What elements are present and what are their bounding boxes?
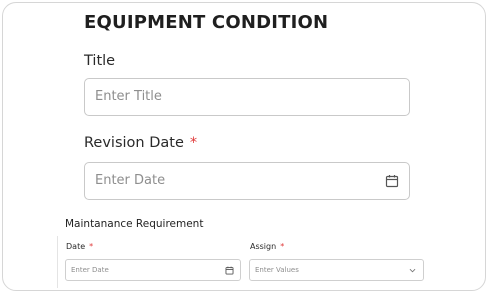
revision-date-input[interactable]: Enter Date (84, 162, 410, 200)
required-marker: * (189, 135, 198, 151)
form-card: EQUIPMENT CONDITION Title Enter Title Re… (2, 2, 486, 291)
maintenance-date-placeholder: Enter Date (71, 266, 109, 274)
assign-select[interactable]: Enter Values (249, 259, 424, 281)
maintenance-date-input[interactable]: Enter Date (65, 259, 241, 281)
section-title: EQUIPMENT CONDITION (84, 12, 329, 33)
required-marker: * (89, 242, 94, 251)
title-label: Title (84, 53, 116, 69)
divider (57, 236, 58, 288)
revision-date-placeholder: Enter Date (95, 173, 166, 188)
assign-label: Assign * (250, 242, 284, 251)
date-label: Date * (66, 242, 93, 251)
revision-date-label-text: Revision Date (84, 135, 184, 151)
revision-date-label: Revision Date * (84, 135, 197, 151)
maintenance-heading: Maintanance Requirement (65, 218, 204, 230)
date-label-text: Date (66, 242, 86, 251)
assign-placeholder: Enter Values (255, 266, 299, 274)
calendar-icon[interactable] (225, 266, 234, 275)
chevron-down-icon[interactable] (408, 266, 417, 275)
assign-label-text: Assign (250, 242, 277, 251)
title-placeholder: Enter Title (95, 89, 162, 104)
required-marker: * (280, 242, 285, 251)
calendar-icon[interactable] (385, 174, 399, 188)
title-input[interactable]: Enter Title (84, 78, 410, 116)
